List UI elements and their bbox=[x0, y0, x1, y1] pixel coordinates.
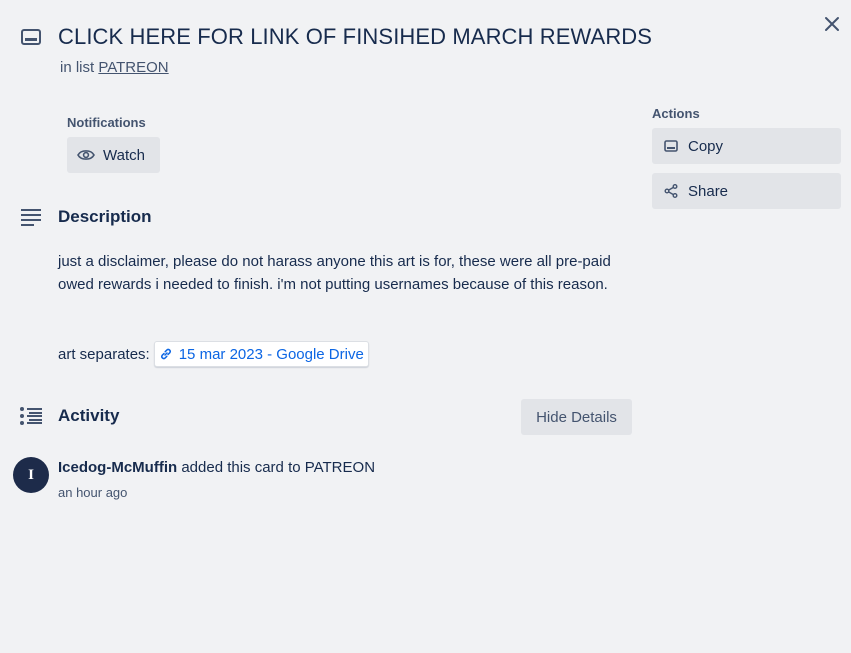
description-icon bbox=[20, 207, 42, 227]
art-separates-line: art separates: 15 mar 2023 - Google Driv… bbox=[58, 341, 369, 367]
share-icon bbox=[664, 184, 678, 198]
description-text[interactable]: just a disclaimer, please do not harass … bbox=[58, 250, 648, 296]
activity-user[interactable]: Icedog-McMuffin bbox=[58, 459, 177, 476]
watch-label: Watch bbox=[103, 146, 145, 164]
in-list-prefix: in list bbox=[60, 59, 95, 76]
avatar[interactable]: I bbox=[13, 457, 49, 493]
activity-icon bbox=[19, 406, 43, 426]
google-drive-link[interactable]: 15 mar 2023 - Google Drive bbox=[153, 341, 369, 367]
copy-icon bbox=[664, 140, 678, 152]
link-icon bbox=[160, 348, 171, 360]
google-drive-link-text: 15 mar 2023 - Google Drive bbox=[178, 345, 364, 363]
activity-heading: Activity bbox=[58, 406, 120, 425]
card-icon bbox=[20, 27, 42, 47]
copy-button[interactable]: Copy bbox=[652, 128, 841, 164]
actions-label: Actions bbox=[652, 106, 700, 121]
share-label: Share bbox=[688, 182, 729, 200]
list-name-link[interactable]: PATREON bbox=[98, 59, 168, 76]
card-title[interactable]: CLICK HERE FOR LINK OF FINSIHED MARCH RE… bbox=[58, 24, 652, 50]
watch-button[interactable]: Watch bbox=[67, 137, 160, 173]
hide-details-button[interactable]: Hide Details bbox=[521, 399, 632, 435]
art-separates-prefix: art separates: bbox=[58, 345, 150, 363]
activity-action: added this card to PATREON bbox=[181, 459, 376, 476]
close-icon bbox=[825, 17, 839, 31]
description-heading: Description bbox=[58, 207, 152, 226]
notifications-label: Notifications bbox=[67, 115, 146, 130]
close-button[interactable] bbox=[818, 10, 846, 38]
activity-entry: Icedog-McMuffin added this card to PATRE… bbox=[58, 459, 375, 476]
share-button[interactable]: Share bbox=[652, 173, 841, 209]
activity-timestamp[interactable]: an hour ago bbox=[58, 485, 127, 500]
list-reference: in list PATREON bbox=[60, 59, 169, 76]
copy-label: Copy bbox=[688, 137, 724, 155]
eye-icon bbox=[77, 150, 95, 160]
